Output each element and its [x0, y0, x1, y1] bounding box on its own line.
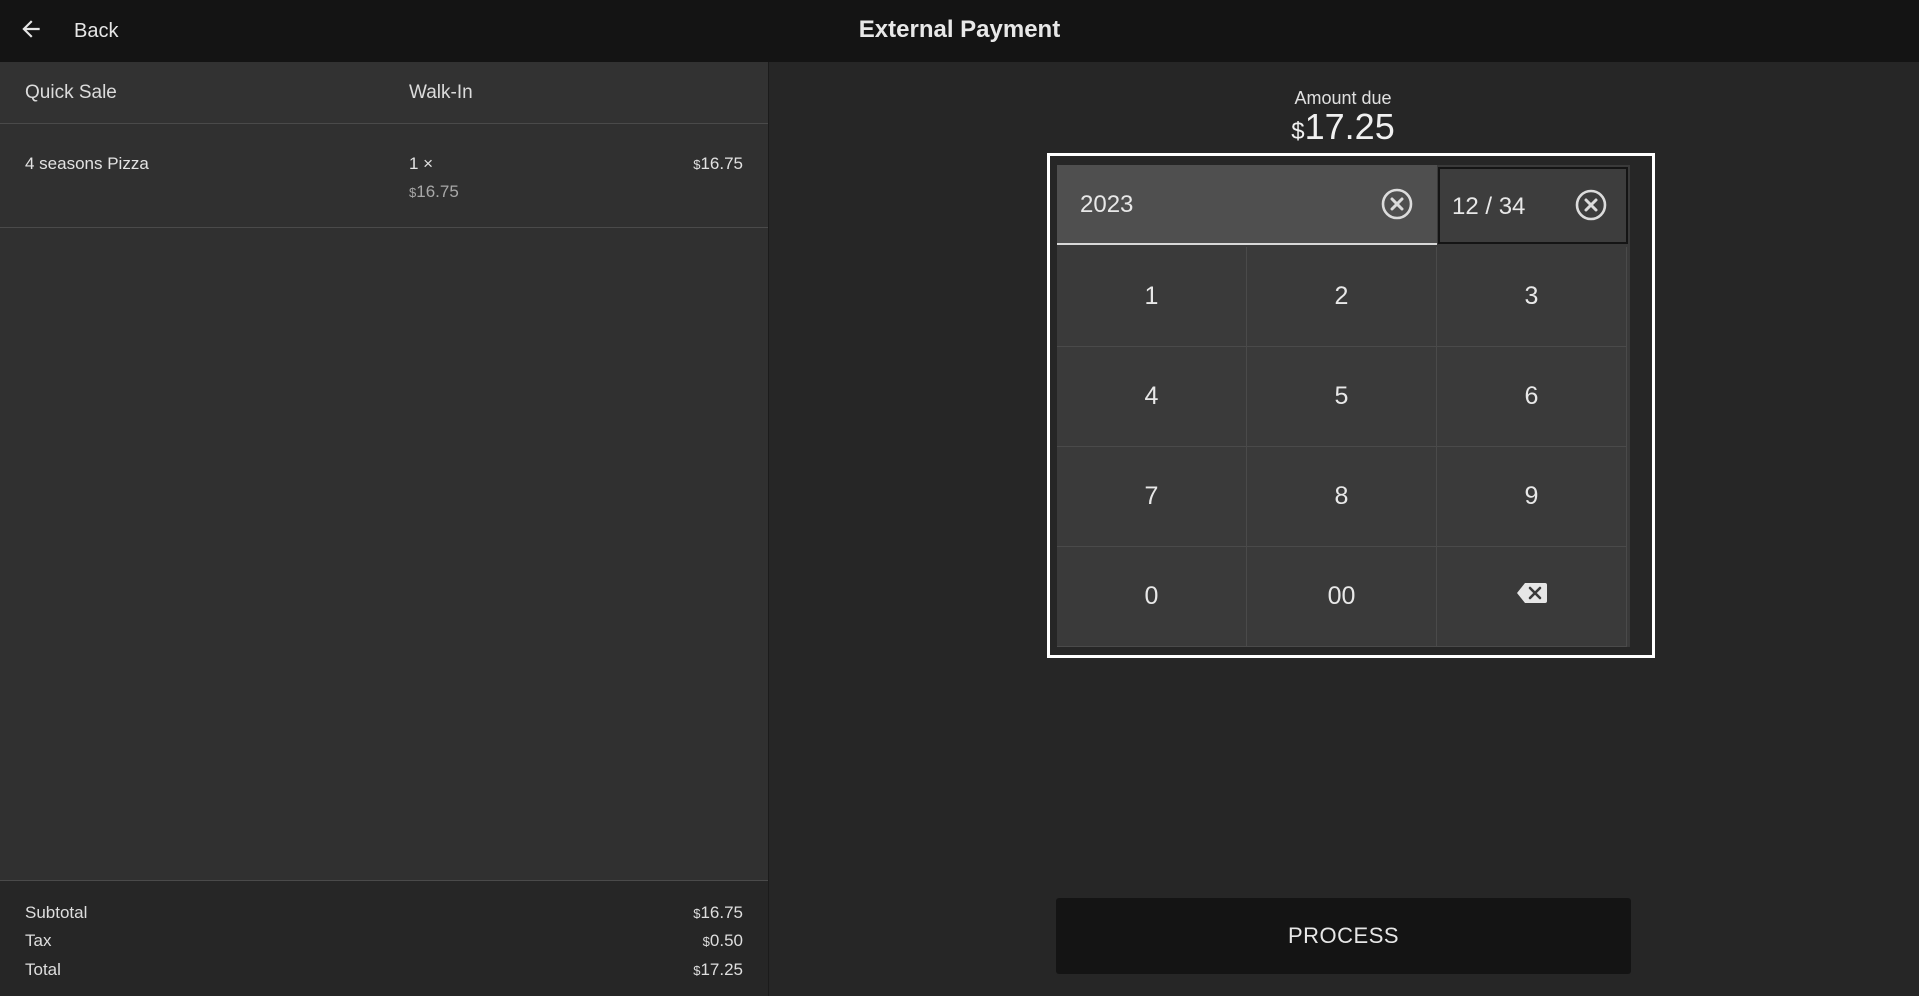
page-title: External Payment	[858, 16, 1061, 43]
card-number-value: 2023	[1080, 191, 1134, 218]
top-bar: Back External Payment	[0, 0, 1919, 62]
backspace-icon	[1516, 581, 1548, 612]
item-name: 4 seasons Pizza	[25, 154, 149, 173]
currency-symbol: $	[1291, 118, 1305, 145]
item-total-amount: 16.75	[700, 154, 743, 173]
total-value: $17.25	[693, 960, 743, 980]
key-8[interactable]: 8	[1247, 447, 1437, 547]
total-label: Total	[25, 960, 61, 979]
key-0[interactable]: 0	[1057, 547, 1247, 647]
tax-row: Tax $0.50	[25, 931, 743, 953]
list-item[interactable]: 4 seasons Pizza 1 × $16.75 $16.75	[0, 124, 768, 228]
currency-symbol: $	[702, 934, 710, 949]
subtotal-value: $16.75	[693, 903, 743, 923]
key-1[interactable]: 1	[1057, 247, 1247, 347]
amount-due-value: $17.25	[1193, 106, 1493, 148]
amount-due-number: 17.25	[1304, 106, 1395, 147]
key-2[interactable]: 2	[1247, 247, 1437, 347]
key-4[interactable]: 4	[1057, 347, 1247, 447]
order-totals: Subtotal $16.75 Tax $0.50 Total $17.25	[0, 880, 768, 996]
subtotal-row: Subtotal $16.75	[25, 903, 743, 925]
close-circle-icon[interactable]	[1380, 187, 1414, 221]
expiry-value: 12 / 34	[1452, 193, 1526, 220]
order-header: Quick Sale Walk-In	[0, 62, 768, 124]
expiry-field[interactable]: 12 / 34	[1438, 167, 1628, 244]
process-button[interactable]: PROCESS	[1056, 898, 1631, 974]
key-7[interactable]: 7	[1057, 447, 1247, 547]
item-total: $16.75	[693, 154, 743, 174]
total-amount: 17.25	[700, 960, 743, 979]
order-type: Quick Sale	[25, 82, 117, 103]
panel-divider	[768, 62, 769, 996]
item-quantity: 1 ×	[409, 154, 434, 173]
total-row: Total $17.25	[25, 960, 743, 982]
order-panel: Quick Sale Walk-In 4 seasons Pizza 1 × $…	[0, 62, 768, 996]
key-5[interactable]: 5	[1247, 347, 1437, 447]
key-3[interactable]: 3	[1437, 247, 1627, 347]
subtotal-amount: 16.75	[700, 903, 743, 922]
close-circle-icon[interactable]	[1574, 188, 1608, 222]
subtotal-label: Subtotal	[25, 903, 88, 922]
tax-value: $0.50	[703, 931, 743, 951]
order-customer: Walk-In	[409, 82, 473, 103]
tax-amount: 0.50	[709, 931, 743, 950]
keypad: 2023 12 / 34 1 2 3 4 5 6 7 8 9 0 00	[1057, 165, 1630, 647]
key-6[interactable]: 6	[1437, 347, 1627, 447]
card-number-field[interactable]: 2023	[1057, 165, 1437, 245]
key-9[interactable]: 9	[1437, 447, 1627, 547]
tax-label: Tax	[25, 931, 52, 950]
backspace-button[interactable]	[1437, 547, 1627, 647]
key-00[interactable]: 00	[1247, 547, 1437, 647]
item-unit-amount: 16.75	[416, 182, 459, 201]
item-unit-price: $16.75	[409, 182, 459, 202]
